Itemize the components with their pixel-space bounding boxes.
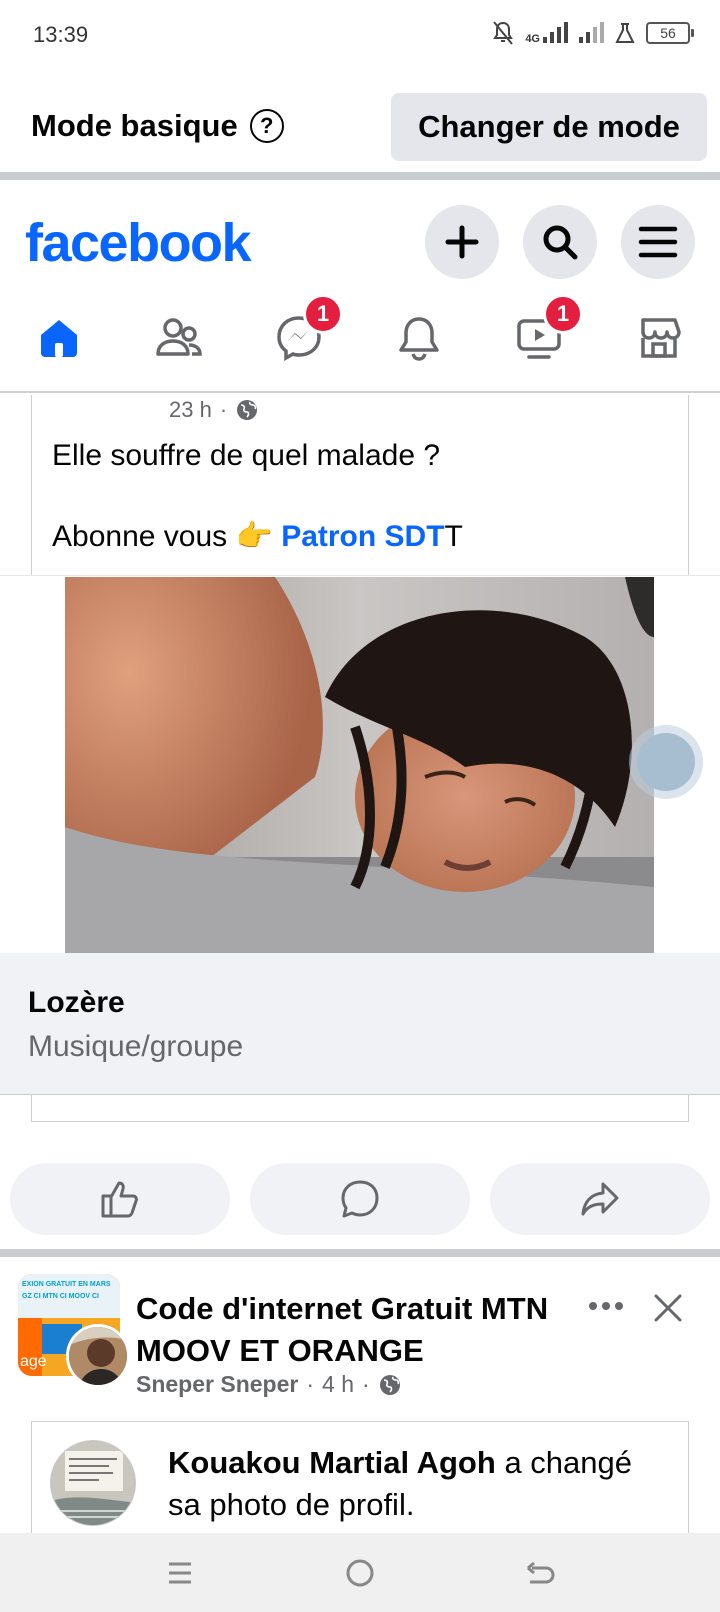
- plus-icon: [445, 225, 479, 259]
- globe-icon: [379, 1374, 400, 1395]
- tab-messenger[interactable]: 1: [249, 294, 349, 378]
- svg-text:age: age: [20, 1353, 47, 1370]
- post2-title[interactable]: Code d'internet Gratuit MTN MOOV ET ORAN…: [136, 1288, 576, 1372]
- system-navigation-bar: [0, 1533, 720, 1612]
- shared-author-name[interactable]: Kouakou Martial Agoh: [168, 1445, 496, 1480]
- share-button[interactable]: [490, 1163, 710, 1235]
- post2-time: 4 h: [322, 1371, 354, 1397]
- card-bottom-border: [31, 1095, 689, 1122]
- post2-author[interactable]: Sneper Sneper: [136, 1371, 298, 1398]
- tab-marketplace[interactable]: [609, 298, 709, 378]
- post-meta: 23 h ·: [169, 397, 259, 423]
- shared-avatar-image: [51, 1441, 135, 1525]
- mode-title: Mode basique: [31, 108, 238, 143]
- author-avatar-image: [69, 1327, 127, 1385]
- like-icon: [101, 1181, 138, 1218]
- post-time: 23 h: [169, 397, 212, 422]
- help-icon[interactable]: ?: [249, 109, 284, 143]
- friends-icon: [156, 318, 202, 356]
- pointing-hand-emoji: 👉: [235, 520, 273, 553]
- post-text-line2: Abonne vous 👉 Patron SDTT: [52, 520, 463, 553]
- tab-home[interactable]: [9, 298, 109, 378]
- tab-friends[interactable]: [129, 298, 229, 378]
- marketplace-icon: [641, 318, 681, 358]
- mode-label: Mode basique ?: [31, 108, 284, 144]
- search-icon: [543, 225, 578, 260]
- mode-bar: Mode basique ? Changer de mode: [0, 72, 720, 180]
- post-image[interactable]: [65, 577, 654, 953]
- create-button[interactable]: [425, 205, 499, 279]
- flask-icon: [615, 23, 635, 43]
- svg-text:EXION GRATUIT EN MARS: EXION GRATUIT EN MARS: [22, 1281, 111, 1288]
- menu-button[interactable]: [621, 205, 695, 279]
- share-icon: [581, 1182, 619, 1216]
- back-button[interactable]: [520, 1553, 560, 1593]
- shared-avatar[interactable]: [50, 1440, 136, 1526]
- menu-icon: [638, 226, 678, 258]
- more-options-button[interactable]: [580, 1288, 632, 1324]
- post2-meta: Sneper Sneper · 4 h ·: [136, 1371, 402, 1398]
- nav-tabs: 1 1: [0, 294, 720, 378]
- change-mode-button[interactable]: Changer de mode: [391, 93, 707, 161]
- post-actions: [0, 1163, 720, 1235]
- tab-video[interactable]: 1: [489, 294, 589, 378]
- status-time: 13:39: [33, 22, 89, 47]
- recent-apps-icon: [169, 1562, 191, 1584]
- post-text-line1: Elle souffre de quel malade ?: [52, 439, 441, 472]
- comment-icon: [341, 1180, 379, 1218]
- shared-text: Kouakou Martial Agoh a changé sa photo d…: [168, 1442, 668, 1526]
- shared-post-card[interactable]: Kouakou Martial Agoh a changé sa photo d…: [31, 1421, 689, 1541]
- post-photo: [65, 577, 654, 953]
- page-card[interactable]: Lozère Musique/groupe: [0, 953, 720, 1095]
- comment-button[interactable]: [250, 1163, 470, 1235]
- recent-apps-button[interactable]: [160, 1553, 200, 1593]
- divider: [0, 575, 720, 576]
- dot: [602, 1302, 610, 1310]
- status-bar: 13:39 4G 56: [0, 0, 720, 72]
- signal-4g-icon: 4G: [525, 22, 568, 45]
- signal-icon: [579, 22, 604, 43]
- bell-icon: [399, 317, 439, 361]
- status-icons: 4G 56: [491, 20, 694, 46]
- dot: [615, 1302, 623, 1310]
- post-separator: [0, 1249, 720, 1257]
- like-button[interactable]: [10, 1163, 230, 1235]
- page-name: Lozère: [28, 986, 125, 1019]
- author-avatar[interactable]: [66, 1324, 130, 1388]
- floating-chat-bubble[interactable]: [637, 733, 695, 791]
- mention-link[interactable]: Patron SDT: [281, 520, 444, 553]
- search-button[interactable]: [523, 205, 597, 279]
- close-button[interactable]: [650, 1290, 686, 1326]
- battery-icon: 56: [646, 22, 694, 44]
- video-badge: 1: [543, 294, 583, 334]
- tab-notifications[interactable]: [369, 298, 469, 378]
- globe-icon: [237, 400, 258, 420]
- home-system-button[interactable]: [340, 1553, 380, 1593]
- dot: [589, 1302, 597, 1310]
- mute-icon: [493, 21, 514, 45]
- page-category: Musique/groupe: [28, 1030, 244, 1063]
- circle-home-icon: [346, 1559, 374, 1587]
- post-card: 23 h · Elle souffre de quel malade ? Abo…: [31, 395, 689, 575]
- facebook-logo[interactable]: facebook: [25, 212, 252, 274]
- home-icon: [41, 320, 77, 357]
- svg-text:GZ CI MTN CI MOOV CI: GZ CI MTN CI MOOV CI: [22, 1293, 99, 1300]
- back-icon: [527, 1561, 555, 1584]
- close-icon: [654, 1294, 682, 1322]
- messenger-badge: 1: [303, 294, 343, 334]
- facebook-header: facebook 1 1: [0, 188, 720, 393]
